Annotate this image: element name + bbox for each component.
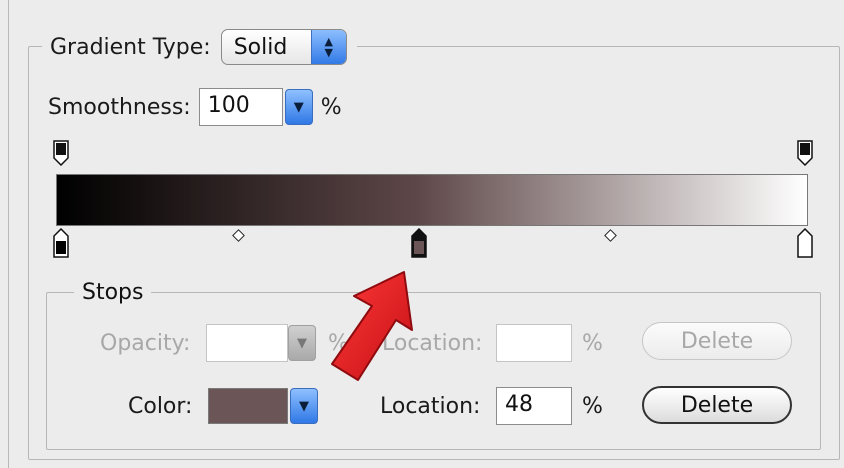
smoothness-dropdown-button[interactable]: ▼ [284, 89, 313, 125]
opacity-stop-icon [53, 140, 69, 166]
color-delete-button[interactable]: Delete [642, 386, 792, 424]
chevron-down-icon: ▼ [297, 335, 307, 351]
smoothness-row: Smoothness: 100 ▼ % [48, 88, 342, 126]
color-location-unit: % [582, 394, 603, 419]
red-pointer-arrow-icon [331, 271, 413, 381]
color-stop-icon [411, 228, 427, 258]
gradient-preview-bar[interactable] [56, 174, 808, 226]
opacity-dropdown-button[interactable]: ▼ [288, 325, 316, 361]
opacity-label: Opacity: [100, 331, 191, 356]
color-stop-selected[interactable] [411, 228, 427, 258]
color-stop-right[interactable] [797, 228, 813, 258]
color-stop-icon [797, 228, 813, 258]
smoothness-label: Smoothness: [48, 94, 191, 120]
opacity-location-input[interactable] [496, 324, 572, 362]
smoothness-unit: % [320, 94, 342, 120]
color-stop-icon [53, 228, 69, 258]
chevron-down-icon: ▼ [293, 99, 304, 115]
stops-legend: Stops [74, 280, 152, 305]
opacity-stop-left[interactable] [53, 140, 69, 166]
opacity-delete-button[interactable]: Delete [642, 322, 792, 360]
gradient-type-value: Solid [233, 34, 288, 60]
window-left-edge [8, 0, 9, 468]
smoothness-input[interactable]: 100 [198, 88, 283, 126]
color-label: Color: [128, 394, 193, 419]
opacity-input[interactable] [206, 324, 288, 362]
color-location-input[interactable]: 48 [496, 387, 572, 425]
stops-group [46, 292, 821, 450]
color-stop-left[interactable] [53, 228, 69, 258]
color-location-label: Location: [380, 394, 481, 419]
gradient-type-row: Gradient Type: Solid ▲ ▼ [42, 28, 357, 66]
opacity-stop-icon [797, 140, 813, 166]
color-dropdown-button[interactable]: ▼ [290, 388, 318, 424]
chevron-down-icon: ▼ [299, 398, 309, 414]
popup-stepper-icon: ▲ ▼ [310, 30, 346, 64]
gradient-type-popup[interactable]: Solid ▲ ▼ [220, 29, 347, 65]
gradient-type-label: Gradient Type: [50, 34, 211, 60]
color-swatch[interactable] [208, 388, 288, 424]
opacity-location-unit: % [582, 331, 603, 356]
opacity-stop-right[interactable] [797, 140, 813, 166]
